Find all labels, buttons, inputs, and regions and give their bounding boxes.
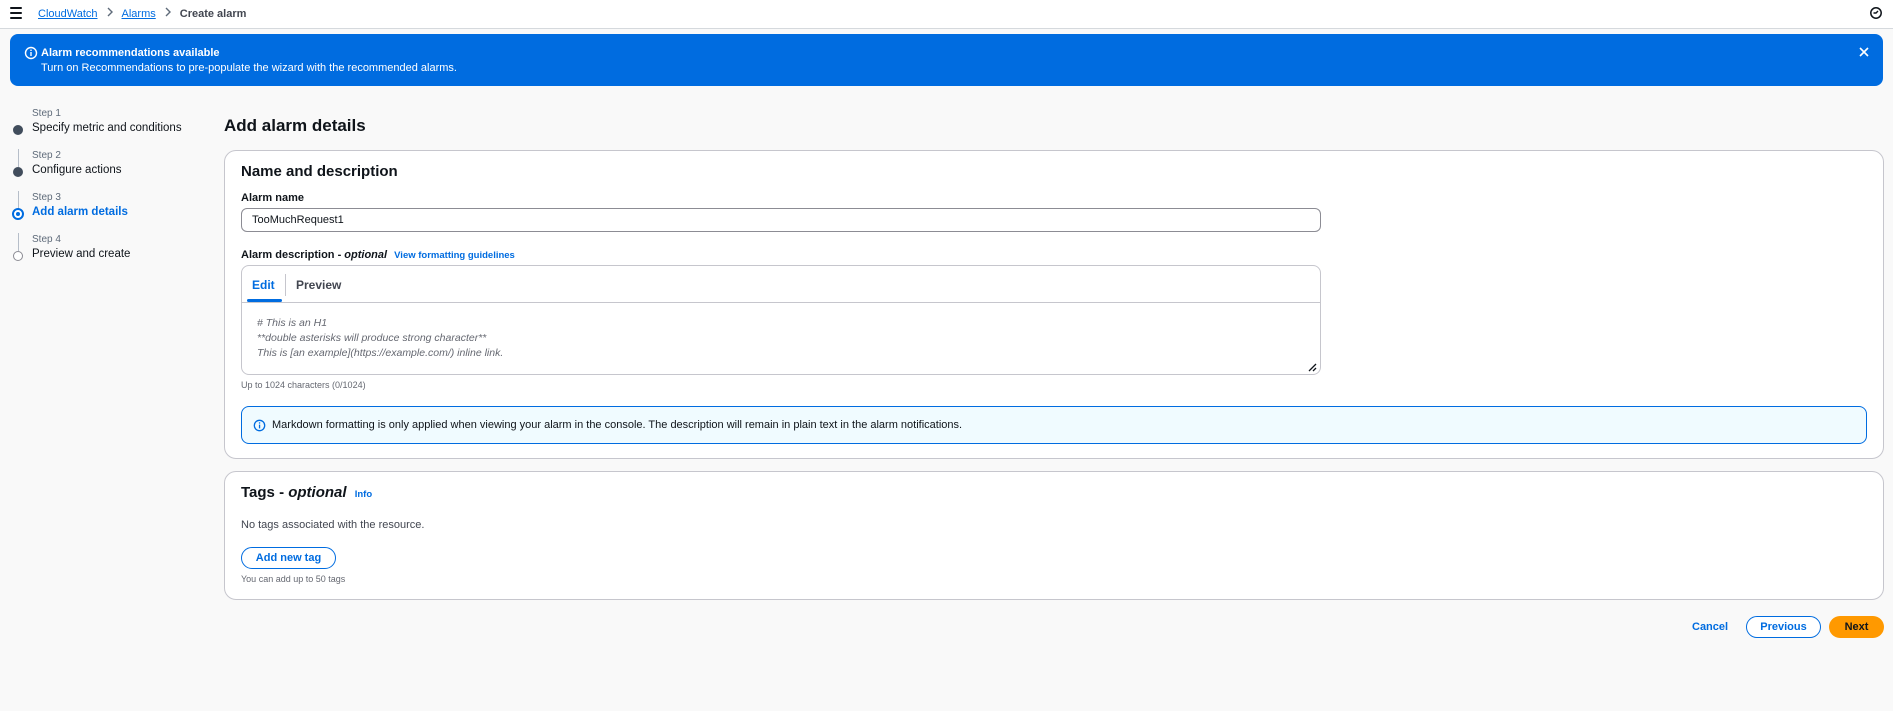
- tab-edit[interactable]: Edit: [252, 278, 275, 292]
- chevron-right-icon: [164, 7, 172, 20]
- section-title: Name and description: [241, 163, 398, 180]
- optional-text: optional: [344, 249, 388, 261]
- tags-container: Tags - optional Info No tags associated …: [224, 471, 1884, 600]
- step-title[interactable]: Configure actions: [32, 164, 122, 176]
- settings-icon[interactable]: [1869, 6, 1883, 20]
- step-connector: [17, 191, 19, 209]
- step-1[interactable]: Step 1 Specify metric and conditions: [10, 104, 200, 146]
- description-textarea[interactable]: # This is an H1 **double asterisks will …: [257, 316, 503, 361]
- info-icon: [253, 419, 266, 432]
- description-editor: Edit Preview # This is an H1 **double as…: [241, 265, 1321, 375]
- alarm-name-input[interactable]: [241, 208, 1321, 232]
- breadcrumb-current: Create alarm: [179, 7, 247, 20]
- step-label: Step 3: [32, 192, 61, 203]
- step-active-icon: [12, 208, 24, 220]
- step-3: Step 3 Add alarm details: [10, 188, 200, 230]
- markdown-info-alert: Markdown formatting is only applied when…: [241, 406, 1867, 444]
- tags-title-text: Tags -: [241, 484, 289, 501]
- wizard-steps: Step 1 Specify metric and conditions Ste…: [10, 104, 200, 272]
- info-alert-text: Markdown formatting is only applied when…: [272, 419, 963, 431]
- tags-limit-text: You can add up to 50 tags: [241, 574, 346, 584]
- top-navigation-bar: CloudWatch Alarms Create alarm: [0, 0, 1893, 29]
- step-2[interactable]: Step 2 Configure actions: [10, 146, 200, 188]
- step-4: Step 4 Preview and create: [10, 230, 200, 272]
- step-title[interactable]: Specify metric and conditions: [32, 122, 182, 134]
- alarm-description-label: Alarm description - optional View format…: [241, 249, 515, 261]
- name-description-container: Name and description Alarm name Alarm de…: [224, 150, 1884, 459]
- alarm-name-label: Alarm name: [241, 192, 304, 204]
- step-pending-icon: [13, 251, 23, 261]
- step-label: Step 4: [32, 234, 61, 245]
- close-icon[interactable]: [1857, 45, 1871, 59]
- no-tags-text: No tags associated with the resource.: [241, 519, 425, 531]
- optional-text: optional: [288, 484, 347, 501]
- recommendations-flash-banner: Alarm recommendations available Turn on …: [10, 34, 1883, 86]
- step-label: Step 1: [32, 108, 61, 119]
- next-button[interactable]: Next: [1829, 616, 1884, 638]
- placeholder-line: # This is an H1: [257, 317, 328, 329]
- cancel-button[interactable]: Cancel: [1692, 621, 1728, 633]
- editor-tabs: Edit Preview: [242, 266, 1320, 303]
- step-complete-icon: [13, 125, 23, 135]
- info-icon: [24, 46, 38, 60]
- tags-info-link[interactable]: Info: [355, 489, 372, 500]
- flash-title: Alarm recommendations available: [41, 47, 220, 59]
- character-count: Up to 1024 characters (0/1024): [241, 380, 366, 390]
- chevron-right-icon: [106, 7, 114, 20]
- description-label-text: Alarm description -: [241, 249, 345, 261]
- tags-title: Tags - optional Info: [241, 484, 372, 501]
- step-title: Preview and create: [32, 248, 131, 260]
- breadcrumb-cloudwatch[interactable]: CloudWatch: [38, 8, 98, 20]
- formatting-guidelines-link[interactable]: View formatting guidelines: [394, 250, 515, 261]
- step-title: Add alarm details: [32, 206, 128, 218]
- add-new-tag-button[interactable]: Add new tag: [241, 547, 336, 569]
- breadcrumb-alarms[interactable]: Alarms: [122, 8, 156, 20]
- active-tab-indicator: [247, 299, 282, 302]
- breadcrumb: CloudWatch Alarms Create alarm: [38, 7, 246, 20]
- placeholder-line: This is [an example](https://example.com…: [257, 347, 504, 359]
- resize-handle-icon[interactable]: [1307, 361, 1317, 372]
- step-connector: [17, 149, 19, 167]
- menu-icon[interactable]: [10, 7, 22, 19]
- tab-divider: [285, 274, 286, 296]
- step-complete-icon: [13, 167, 23, 177]
- step-label: Step 2: [32, 150, 61, 161]
- placeholder-line: **double asterisks will produce strong c…: [257, 332, 487, 344]
- page-title: Add alarm details: [224, 116, 366, 135]
- previous-button[interactable]: Previous: [1746, 616, 1821, 638]
- flash-text: Turn on Recommendations to pre-populate …: [41, 62, 457, 74]
- step-connector: [17, 233, 19, 251]
- tab-preview[interactable]: Preview: [296, 278, 341, 292]
